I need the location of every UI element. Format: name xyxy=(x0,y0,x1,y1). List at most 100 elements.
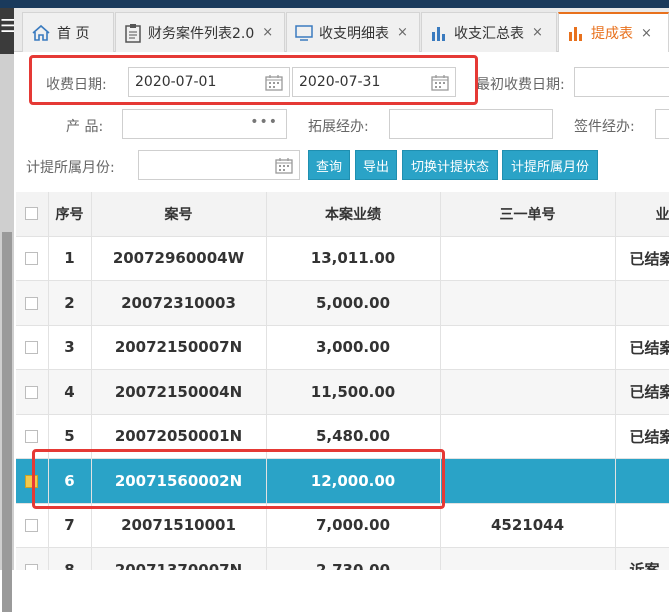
cell-business: 已结案 xyxy=(615,236,669,281)
product-label: 产 品: xyxy=(66,119,104,135)
first-fee-date-input[interactable] xyxy=(574,67,669,97)
home-icon xyxy=(31,24,51,42)
row-checkbox-cell xyxy=(16,547,49,570)
cell-sany-order-no xyxy=(440,325,616,370)
row-checkbox[interactable] xyxy=(25,430,39,444)
cell-case-performance: 11,500.00 xyxy=(266,369,441,415)
top-strip xyxy=(0,0,669,8)
signer-label: 签件经办: xyxy=(574,119,635,135)
tab-label: 收支明细表 xyxy=(319,25,389,42)
fee-date-from-input[interactable]: 2020-07-01 xyxy=(128,67,290,97)
first-fee-date-label: 最初收费日期: xyxy=(476,77,565,93)
header-case-performance[interactable]: 本案业绩 xyxy=(266,192,441,237)
select-all-checkbox[interactable] xyxy=(25,207,39,221)
close-icon[interactable]: × xyxy=(262,25,273,40)
cell-business xyxy=(615,458,669,504)
table-row[interactable]: 1 20072960004W 13,011.00 已结案 xyxy=(16,236,669,281)
cell-sany-order-no xyxy=(440,280,616,326)
fee-date-to-input[interactable]: 2020-07-31 xyxy=(292,67,456,97)
calendar-icon[interactable] xyxy=(431,74,449,95)
header-business[interactable]: 业 xyxy=(615,192,669,237)
product-input[interactable]: ••• xyxy=(122,109,287,139)
table-row[interactable]: 4 20072150004N 11,500.00 已结案 xyxy=(16,369,669,415)
calendar-icon[interactable] xyxy=(275,157,293,178)
tab-label: 收支汇总表 xyxy=(454,25,524,42)
header-sany-order-no[interactable]: 三一单号 xyxy=(440,192,616,237)
fee-date-from-value: 2020-07-01 xyxy=(135,74,217,90)
header-no[interactable]: 序号 xyxy=(48,192,92,237)
row-checkbox[interactable] xyxy=(25,252,39,266)
cell-case-performance: 3,000.00 xyxy=(266,325,441,370)
cell-no: 7 xyxy=(48,503,92,548)
tab-label: 提成表 xyxy=(591,26,633,42)
close-icon[interactable]: × xyxy=(397,25,408,40)
row-checkbox[interactable] xyxy=(25,563,39,570)
select-all-cell[interactable] xyxy=(16,192,49,237)
cell-business xyxy=(615,280,669,326)
toggle-accrual-status-button[interactable]: 切换计提状态 xyxy=(402,150,498,180)
calendar-icon[interactable] xyxy=(265,74,283,95)
cell-case-no: 20071370007N xyxy=(91,547,267,570)
row-checkbox-cell xyxy=(16,369,49,415)
close-icon[interactable]: × xyxy=(532,25,543,40)
accrual-month-button[interactable]: 计提所属月份 xyxy=(502,150,598,180)
table-row[interactable]: 3 20072150007N 3,000.00 已结案 xyxy=(16,325,669,370)
cell-case-no: 20072960004W xyxy=(91,236,267,281)
header-case-no[interactable]: 案号 xyxy=(91,192,267,237)
tab-finance-case-list[interactable]: 财务案件列表2.0 × xyxy=(115,12,285,52)
tab-income-expense-summary[interactable]: 收支汇总表 × xyxy=(421,12,557,52)
cell-case-performance: 13,011.00 xyxy=(266,236,441,281)
tab-income-expense-detail[interactable]: 收支明细表 × xyxy=(286,12,420,52)
cell-no: 2 xyxy=(48,280,92,326)
left-scrollbar-track[interactable] xyxy=(0,54,14,612)
tab-label: 财务案件列表2.0 xyxy=(148,25,255,42)
menu-icon[interactable]: ☰ xyxy=(0,18,16,36)
table-row[interactable]: 7 20071510001 7,000.00 4521044 xyxy=(16,503,669,548)
cell-no: 5 xyxy=(48,414,92,459)
row-checkbox-cell xyxy=(16,236,49,281)
row-checkbox-cell xyxy=(16,325,49,370)
accrual-month-input[interactable] xyxy=(138,150,300,180)
table-row[interactable]: 5 20072050001N 5,480.00 已结案 xyxy=(16,414,669,459)
row-checkbox[interactable] xyxy=(25,519,39,533)
row-checkbox-cell xyxy=(16,414,49,459)
left-sidebar: ☰ xyxy=(0,8,16,612)
bar-chart-icon xyxy=(430,24,448,42)
cell-sany-order-no xyxy=(440,236,616,281)
left-scrollbar-thumb[interactable] xyxy=(2,232,12,612)
expander-input[interactable] xyxy=(389,109,553,139)
row-checkbox[interactable] xyxy=(25,341,39,355)
row-checkbox[interactable] xyxy=(25,385,39,399)
tab-bar: 首 页 财务案件列表2.0 × 收支明细表 × 收支汇总表 × 提成表 × xyxy=(14,8,669,52)
cell-sany-order-no xyxy=(440,547,616,570)
monitor-icon xyxy=(295,24,313,41)
table-row[interactable]: 2 20072310003 5,000.00 xyxy=(16,280,669,326)
cell-case-performance: 5,480.00 xyxy=(266,414,441,459)
tab-home[interactable]: 首 页 xyxy=(22,12,114,52)
row-checkbox[interactable] xyxy=(25,296,39,310)
row-checkbox[interactable] xyxy=(25,474,39,488)
export-button[interactable]: 导出 xyxy=(355,150,397,180)
row-checkbox-cell xyxy=(16,503,49,548)
cell-business: 已结案 xyxy=(615,414,669,459)
table-header: 序号 案号 本案业绩 三一单号 业 xyxy=(16,192,669,237)
cell-no: 6 xyxy=(48,458,92,504)
row-checkbox-cell xyxy=(16,280,49,326)
query-button[interactable]: 查询 xyxy=(308,150,350,180)
table-row[interactable]: 820071370007N2,730.00 诉案 xyxy=(16,547,669,570)
fee-date-label: 收费日期: xyxy=(46,77,107,93)
cell-no: 3 xyxy=(48,325,92,370)
cell-case-no: 20071560002N xyxy=(91,458,267,504)
tab-commission[interactable]: 提成表 × xyxy=(558,12,669,52)
cell-sany-order-no xyxy=(440,369,616,415)
clipboard-icon xyxy=(124,23,142,43)
cell-business: 已结案 xyxy=(615,369,669,415)
signer-input[interactable] xyxy=(655,109,669,139)
more-icon[interactable]: ••• xyxy=(250,114,278,130)
fee-date-to-value: 2020-07-31 xyxy=(299,74,381,90)
close-icon[interactable]: × xyxy=(641,26,652,41)
cell-case-no: 20072050001N xyxy=(91,414,267,459)
cell-no: 8 xyxy=(48,547,92,570)
table-row[interactable]: 6 20071560002N 12,000.00 xyxy=(16,458,669,504)
cell-business: 已结案 xyxy=(615,325,669,370)
